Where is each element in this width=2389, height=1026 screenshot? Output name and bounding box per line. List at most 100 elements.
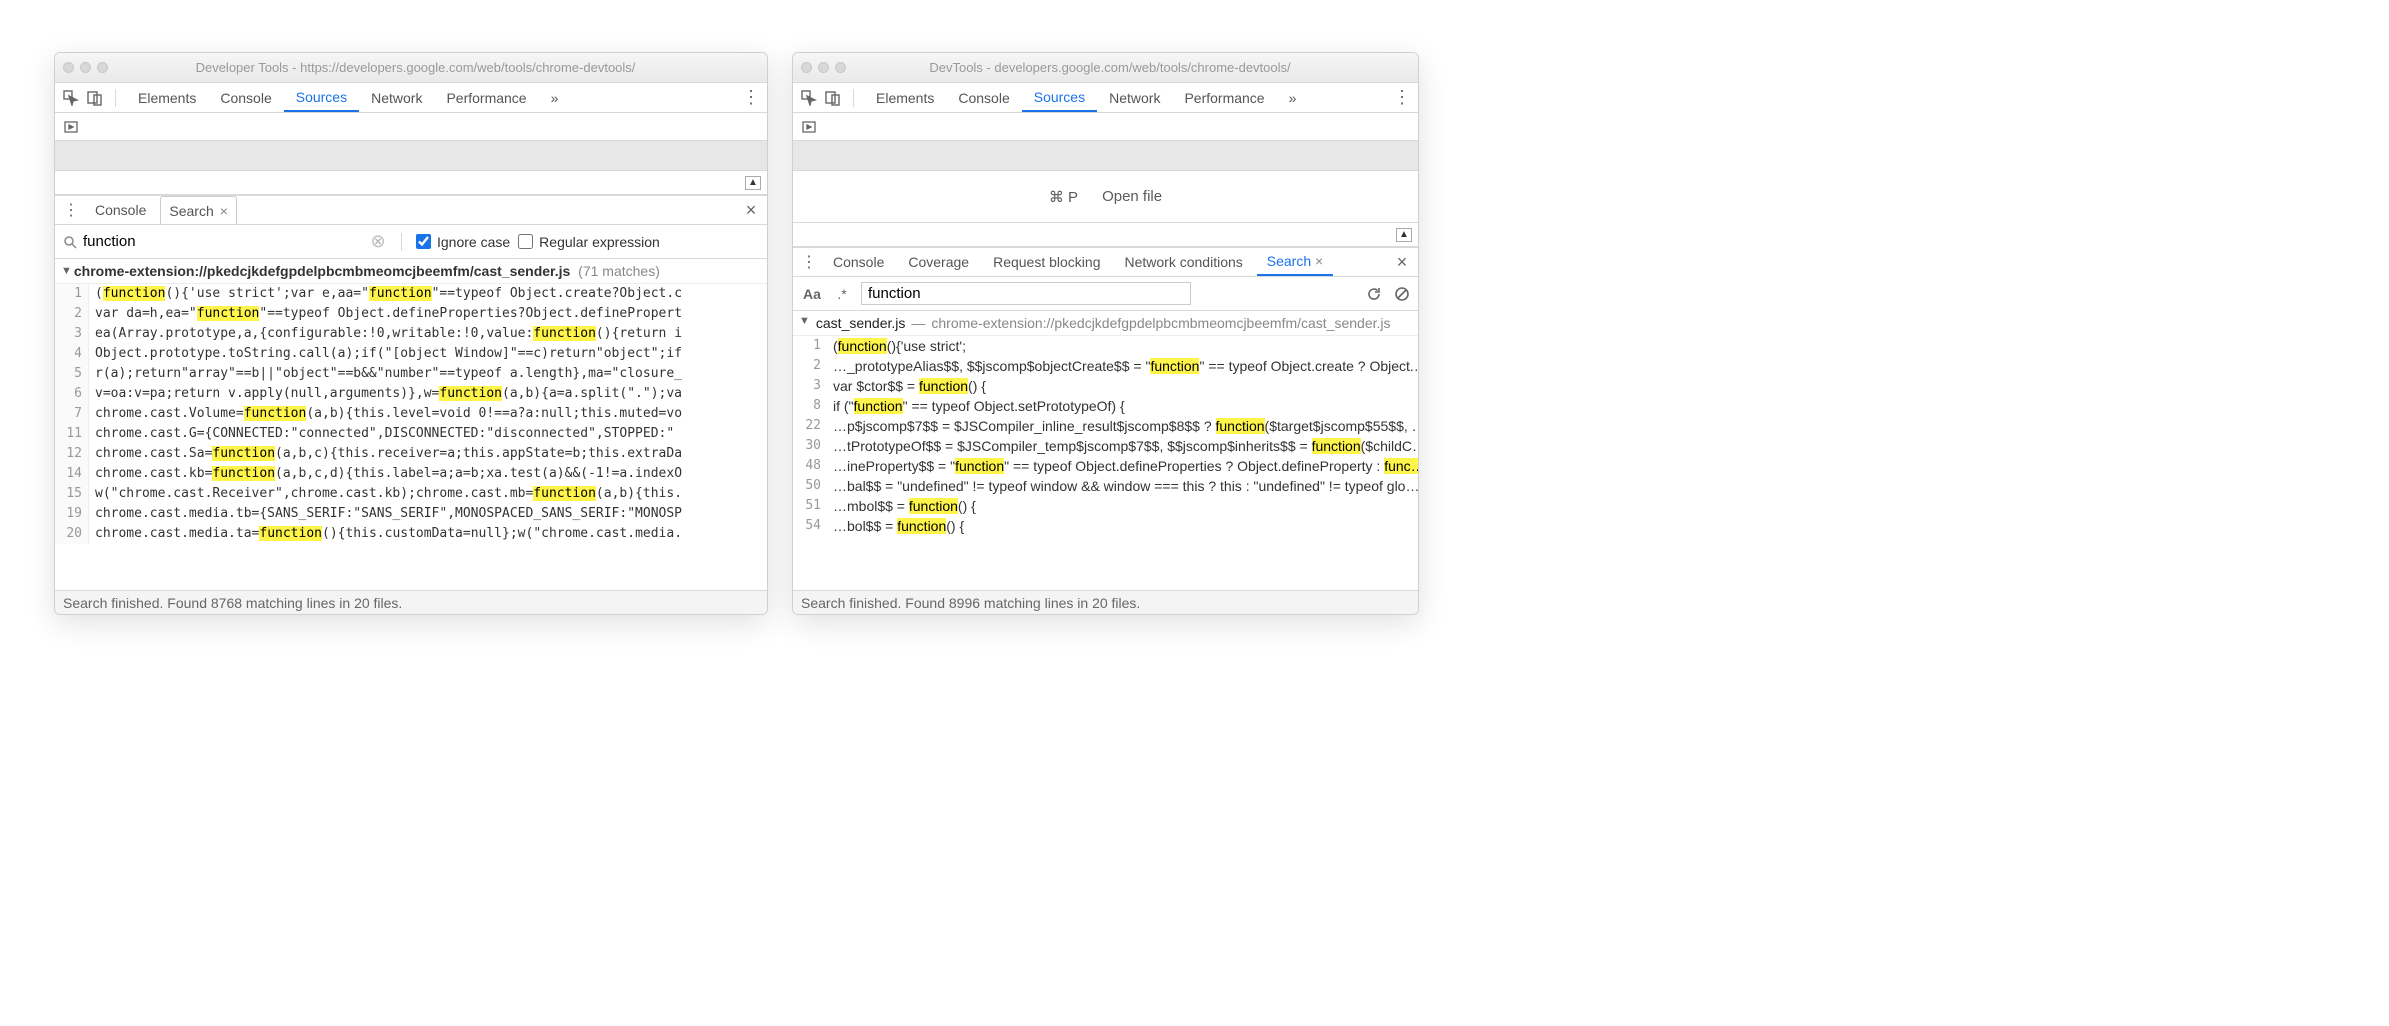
caret-down-icon: ▼ bbox=[61, 265, 72, 277]
devtools-window-left: Developer Tools - https://developers.goo… bbox=[54, 52, 768, 615]
close-dot[interactable] bbox=[801, 62, 812, 73]
result-row[interactable]: 11chrome.cast.G={CONNECTED:"connected",D… bbox=[55, 424, 767, 444]
more-icon[interactable]: ⋮ bbox=[1392, 88, 1412, 108]
drawer-tab-coverage[interactable]: Coverage bbox=[898, 248, 979, 276]
result-row[interactable]: 50…bal$$ = "undefined" != typeof window … bbox=[793, 476, 1418, 496]
zoom-dot[interactable] bbox=[97, 62, 108, 73]
result-row[interactable]: 5r(a);return"array"==b||"object"==b&&"nu… bbox=[55, 364, 767, 384]
device-icon[interactable] bbox=[823, 88, 843, 108]
search-bar: ⊗ Ignore case Regular expression bbox=[55, 225, 767, 259]
regex-label: Regular expression bbox=[539, 234, 660, 250]
open-file-hint: ⌘ P Open file bbox=[793, 171, 1418, 223]
result-row[interactable]: 14chrome.cast.kb=function(a,b,c,d){this.… bbox=[55, 464, 767, 484]
line-number: 1 bbox=[793, 336, 827, 356]
code-line: chrome.cast.Sa=function(a,b,c){this.rece… bbox=[89, 444, 682, 464]
navigator-toggle-icon[interactable] bbox=[799, 117, 819, 137]
status-text: Search finished. Found 8996 matching lin… bbox=[801, 595, 1140, 611]
code-line: chrome.cast.Volume=function(a,b){this.le… bbox=[89, 404, 682, 424]
result-row[interactable]: 1(function(){'use strict';var e,aa="func… bbox=[55, 284, 767, 304]
result-row[interactable]: 51…mbol$$ = function() { bbox=[793, 496, 1418, 516]
drawer-more-icon[interactable]: ⋮ bbox=[799, 252, 819, 272]
drawer-tab-request-blocking[interactable]: Request blocking bbox=[983, 248, 1110, 276]
tab-network[interactable]: Network bbox=[1097, 83, 1172, 112]
close-icon[interactable]: × bbox=[1315, 253, 1323, 269]
result-file-header[interactable]: ▼ chrome-extension://pkedcjkdefgpdelpbcm… bbox=[55, 259, 767, 284]
match-count: (71 matches) bbox=[578, 263, 660, 279]
refresh-icon[interactable] bbox=[1366, 286, 1382, 302]
tab-network[interactable]: Network bbox=[359, 83, 434, 112]
ignore-case-checkbox[interactable]: Ignore case bbox=[416, 234, 510, 250]
tab-performance[interactable]: Performance bbox=[434, 83, 538, 112]
drawer-close-icon[interactable]: × bbox=[741, 200, 761, 220]
result-row[interactable]: 7chrome.cast.Volume=function(a,b){this.l… bbox=[55, 404, 767, 424]
titlebar: DevTools - developers.google.com/web/too… bbox=[793, 53, 1418, 83]
tab-sources[interactable]: Sources bbox=[284, 83, 359, 112]
navigator-toggle-icon[interactable] bbox=[61, 117, 81, 137]
search-input[interactable] bbox=[861, 282, 1191, 305]
tab-overflow[interactable]: » bbox=[539, 83, 571, 112]
drawer-tab-search[interactable]: Search × bbox=[1257, 248, 1333, 276]
collapse-icon[interactable]: ▲ bbox=[745, 176, 761, 190]
minimize-dot[interactable] bbox=[80, 62, 91, 73]
regex-input[interactable] bbox=[518, 234, 533, 249]
result-row[interactable]: 1(function(){'use strict'; bbox=[793, 336, 1418, 356]
result-row[interactable]: 12chrome.cast.Sa=function(a,b,c){this.re… bbox=[55, 444, 767, 464]
result-row[interactable]: 6v=oa:v=pa;return v.apply(null,arguments… bbox=[55, 384, 767, 404]
result-row[interactable]: 20chrome.cast.media.ta=function(){this.c… bbox=[55, 524, 767, 544]
code-line: …mbol$$ = function() { bbox=[827, 496, 976, 516]
zoom-dot[interactable] bbox=[835, 62, 846, 73]
tab-overflow[interactable]: » bbox=[1277, 83, 1309, 112]
result-row[interactable]: 8if ("function" == typeof Object.setProt… bbox=[793, 396, 1418, 416]
result-row[interactable]: 3ea(Array.prototype,a,{configurable:!0,w… bbox=[55, 324, 767, 344]
code-line: …p$jscomp$7$$ = $JSCompiler_inline_resul… bbox=[827, 416, 1418, 436]
result-file-header[interactable]: ▼ cast_sender.js — chrome-extension://pk… bbox=[793, 311, 1418, 336]
close-dot[interactable] bbox=[63, 62, 74, 73]
drawer-close-icon[interactable]: × bbox=[1392, 252, 1412, 272]
result-row[interactable]: 19chrome.cast.media.tb={SANS_SERIF:"SANS… bbox=[55, 504, 767, 524]
tab-sources[interactable]: Sources bbox=[1022, 83, 1097, 112]
code-line: chrome.cast.media.tb={SANS_SERIF:"SANS_S… bbox=[89, 504, 682, 524]
result-row[interactable]: 22…p$jscomp$7$$ = $JSCompiler_inline_res… bbox=[793, 416, 1418, 436]
separator bbox=[853, 89, 854, 107]
drawer-tab-search[interactable]: Search × bbox=[160, 196, 237, 224]
inspect-icon[interactable] bbox=[799, 88, 819, 108]
minimize-dot[interactable] bbox=[818, 62, 829, 73]
search-input[interactable] bbox=[83, 233, 363, 250]
line-number: 14 bbox=[55, 464, 89, 484]
inspect-icon[interactable] bbox=[61, 88, 81, 108]
result-row[interactable]: 15w("chrome.cast.Receiver",chrome.cast.k… bbox=[55, 484, 767, 504]
tab-elements[interactable]: Elements bbox=[864, 83, 946, 112]
tab-performance[interactable]: Performance bbox=[1172, 83, 1276, 112]
tab-console[interactable]: Console bbox=[946, 83, 1021, 112]
collapse-icon[interactable]: ▲ bbox=[1396, 228, 1412, 242]
code-line: …tPrototypeOf$$ = $JSCompiler_temp$jscom… bbox=[827, 436, 1418, 456]
panel-tabs: Elements Console Sources Network Perform… bbox=[126, 83, 570, 112]
drawer-tab-console[interactable]: Console bbox=[823, 248, 894, 276]
result-row[interactable]: 2var da=h,ea="function"==typeof Object.d… bbox=[55, 304, 767, 324]
regex-checkbox[interactable]: Regular expression bbox=[518, 234, 660, 250]
line-number: 1 bbox=[55, 284, 89, 304]
line-number: 3 bbox=[55, 324, 89, 344]
tab-console[interactable]: Console bbox=[208, 83, 283, 112]
regex-button[interactable]: .* bbox=[831, 286, 853, 302]
drawer-more-icon[interactable]: ⋮ bbox=[61, 200, 81, 220]
result-row[interactable]: 4Object.prototype.toString.call(a);if("[… bbox=[55, 344, 767, 364]
ignore-case-input[interactable] bbox=[416, 234, 431, 249]
file-path: chrome-extension://pkedcjkdefgpdelpbcmbm… bbox=[931, 315, 1390, 331]
result-row[interactable]: 3var $ctor$$ = function() { bbox=[793, 376, 1418, 396]
drawer-tab-console[interactable]: Console bbox=[85, 196, 156, 224]
match-case-button[interactable]: Aa bbox=[801, 286, 823, 302]
drawer-tab-network-conditions[interactable]: Network conditions bbox=[1114, 248, 1252, 276]
device-icon[interactable] bbox=[85, 88, 105, 108]
search-results: 1(function(){'use strict';var e,aa="func… bbox=[55, 284, 767, 590]
result-row[interactable]: 54…bol$$ = function() { bbox=[793, 516, 1418, 536]
more-icon[interactable]: ⋮ bbox=[741, 88, 761, 108]
line-number: 11 bbox=[55, 424, 89, 444]
cancel-icon[interactable] bbox=[1394, 286, 1410, 302]
tab-elements[interactable]: Elements bbox=[126, 83, 208, 112]
result-row[interactable]: 48…ineProperty$$ = "function" == typeof … bbox=[793, 456, 1418, 476]
clear-icon[interactable]: ⊗ bbox=[369, 231, 387, 252]
result-row[interactable]: 2…_prototypeAlias$$, $$jscomp$objectCrea… bbox=[793, 356, 1418, 376]
result-row[interactable]: 30…tPrototypeOf$$ = $JSCompiler_temp$jsc… bbox=[793, 436, 1418, 456]
close-icon[interactable]: × bbox=[220, 203, 228, 219]
